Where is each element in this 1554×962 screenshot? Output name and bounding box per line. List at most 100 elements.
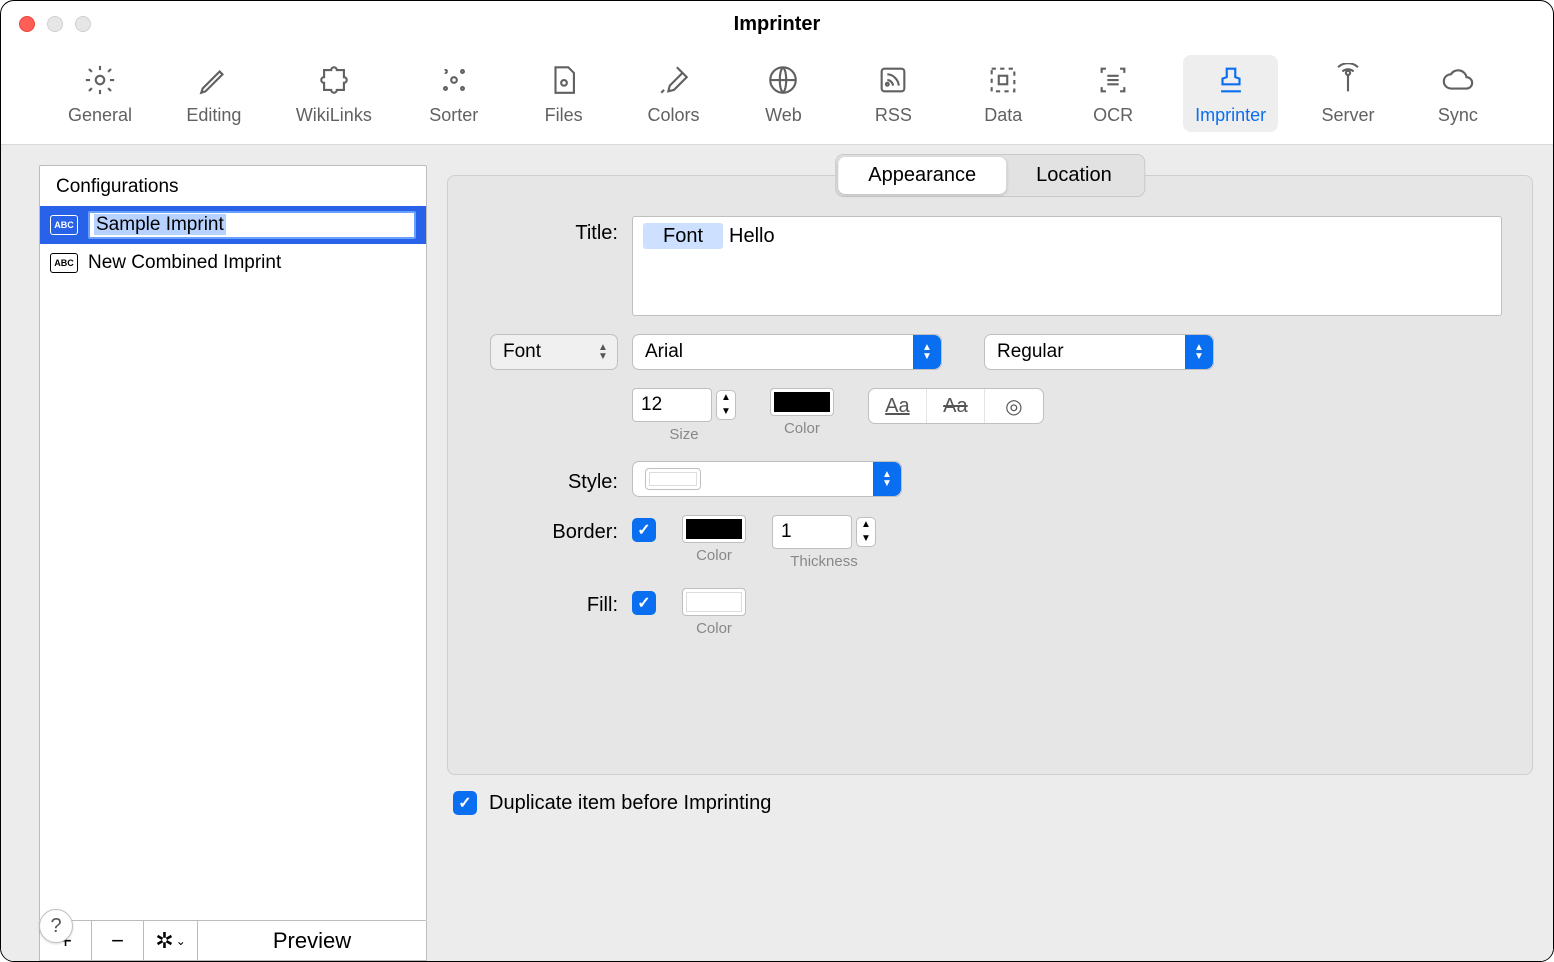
tab-editing[interactable]: Editing: [174, 55, 254, 132]
font-token[interactable]: Font: [643, 223, 723, 249]
tab-location[interactable]: Location: [1006, 157, 1142, 194]
document-gear-icon: [545, 61, 583, 99]
font-popup-button[interactable]: Font ▲▼: [490, 334, 618, 370]
title-label: Title:: [478, 216, 618, 245]
tab-label: Colors: [648, 105, 700, 126]
tab-ocr[interactable]: OCR: [1073, 55, 1153, 132]
ocr-icon: [1094, 61, 1132, 99]
tab-server[interactable]: Server: [1308, 55, 1388, 132]
tab-label: Server: [1321, 105, 1374, 126]
step-down[interactable]: ▼: [857, 532, 875, 546]
tab-label: Web: [765, 105, 802, 126]
tab-label: Data: [984, 105, 1022, 126]
cloud-icon: [1439, 61, 1477, 99]
tab-imprinter[interactable]: Imprinter: [1183, 55, 1278, 132]
configurations-toolbar: + − ✲ ⌄ Preview: [39, 921, 427, 961]
font-family-select[interactable]: Arial ▲▼: [632, 334, 942, 370]
fill-color-sublabel: Color: [682, 620, 746, 637]
configuration-row[interactable]: ABC Sample Imprint: [40, 206, 426, 244]
actions-menu-button[interactable]: ✲ ⌄: [144, 921, 198, 960]
step-up[interactable]: ▲: [717, 391, 735, 405]
tab-data[interactable]: Data: [963, 55, 1043, 132]
underline-button[interactable]: Aa: [869, 389, 927, 423]
border-color-sublabel: Color: [682, 547, 746, 564]
tab-label: Sorter: [429, 105, 478, 126]
fill-color-well[interactable]: [682, 588, 746, 616]
font-size-input[interactable]: [632, 388, 712, 422]
updown-icon: ▲▼: [589, 335, 617, 369]
tab-files[interactable]: Files: [524, 55, 604, 132]
help-button[interactable]: ?: [39, 909, 73, 943]
imprint-icon: ABC: [50, 253, 78, 273]
paintbrush-icon: [655, 61, 693, 99]
rss-icon: [874, 61, 912, 99]
tab-appearance[interactable]: Appearance: [838, 157, 1006, 194]
pencil-icon: [195, 61, 233, 99]
strikethrough-button[interactable]: Aa: [927, 389, 985, 423]
window-title: Imprinter: [1, 13, 1553, 36]
tab-label: OCR: [1093, 105, 1133, 126]
tab-label: Editing: [186, 105, 241, 126]
tab-label: Files: [545, 105, 583, 126]
tab-sorter[interactable]: Sorter: [414, 55, 494, 132]
updown-icon: ▲▼: [913, 335, 941, 369]
tab-web[interactable]: Web: [743, 55, 823, 132]
tab-colors[interactable]: Colors: [634, 55, 714, 132]
thickness-sublabel: Thickness: [772, 553, 876, 570]
font-style-select[interactable]: Regular ▲▼: [984, 334, 1214, 370]
text-style-segmented: Aa Aa ◎: [868, 388, 1044, 424]
outline-button[interactable]: ◎: [985, 389, 1043, 423]
titlebar: Imprinter: [1, 1, 1553, 47]
tab-rss[interactable]: RSS: [853, 55, 933, 132]
border-label: Border:: [478, 515, 618, 544]
style-swatch: [645, 468, 701, 490]
fill-checkbox[interactable]: ✓: [632, 591, 656, 615]
editable-text[interactable]: Sample Imprint: [94, 214, 226, 235]
fill-label: Fill:: [478, 588, 618, 617]
title-textarea[interactable]: Font Hello: [632, 216, 1502, 316]
sorter-icon: [435, 61, 473, 99]
font-color-sublabel: Color: [770, 420, 834, 437]
duplicate-label: Duplicate item before Imprinting: [489, 792, 771, 815]
appearance-panel: Title: Font Hello Font ▲▼ Arial ▲▼: [447, 175, 1533, 775]
border-thickness-input[interactable]: [772, 515, 852, 549]
tab-label: WikiLinks: [296, 105, 372, 126]
duplicate-checkbox[interactable]: ✓: [453, 791, 477, 815]
preferences-toolbar: General Editing WikiLinks Sorter Files C…: [1, 47, 1553, 145]
tab-label: RSS: [875, 105, 912, 126]
remove-button[interactable]: −: [92, 921, 144, 960]
configurations-list: Configurations ABC Sample Imprint ABC Ne…: [39, 165, 427, 921]
antenna-icon: [1329, 61, 1367, 99]
configuration-name-input[interactable]: Sample Imprint: [88, 211, 416, 239]
step-down[interactable]: ▼: [717, 405, 735, 419]
configurations-header: Configurations: [40, 166, 426, 206]
font-color-well[interactable]: [770, 388, 834, 416]
thickness-stepper[interactable]: ▲▼: [856, 517, 876, 547]
tab-wikilinks[interactable]: WikiLinks: [284, 55, 384, 132]
tab-sync[interactable]: Sync: [1418, 55, 1498, 132]
imprint-icon: ABC: [50, 215, 78, 235]
size-sublabel: Size: [632, 426, 736, 443]
border-color-well[interactable]: [682, 515, 746, 543]
step-up[interactable]: ▲: [857, 518, 875, 532]
updown-icon: ▲▼: [873, 462, 901, 496]
detail-tabs: Appearance Location: [835, 154, 1145, 197]
title-text: Hello: [729, 225, 775, 247]
configuration-row[interactable]: ABC New Combined Imprint: [40, 244, 426, 282]
gear-icon: ✲: [155, 928, 173, 954]
preview-button[interactable]: Preview: [198, 921, 426, 960]
size-stepper[interactable]: ▲▼: [716, 390, 736, 420]
border-checkbox[interactable]: ✓: [632, 518, 656, 542]
puzzle-icon: [315, 61, 353, 99]
globe-icon: [764, 61, 802, 99]
style-label: Style:: [478, 465, 618, 494]
data-select-icon: [984, 61, 1022, 99]
gear-icon: [81, 61, 119, 99]
stamp-icon: [1212, 61, 1250, 99]
tab-general[interactable]: General: [56, 55, 144, 132]
configuration-name: New Combined Imprint: [88, 252, 281, 274]
style-select[interactable]: ▲▼: [632, 461, 902, 497]
tab-label: General: [68, 105, 132, 126]
tab-label: Imprinter: [1195, 105, 1266, 126]
updown-icon: ▲▼: [1185, 335, 1213, 369]
